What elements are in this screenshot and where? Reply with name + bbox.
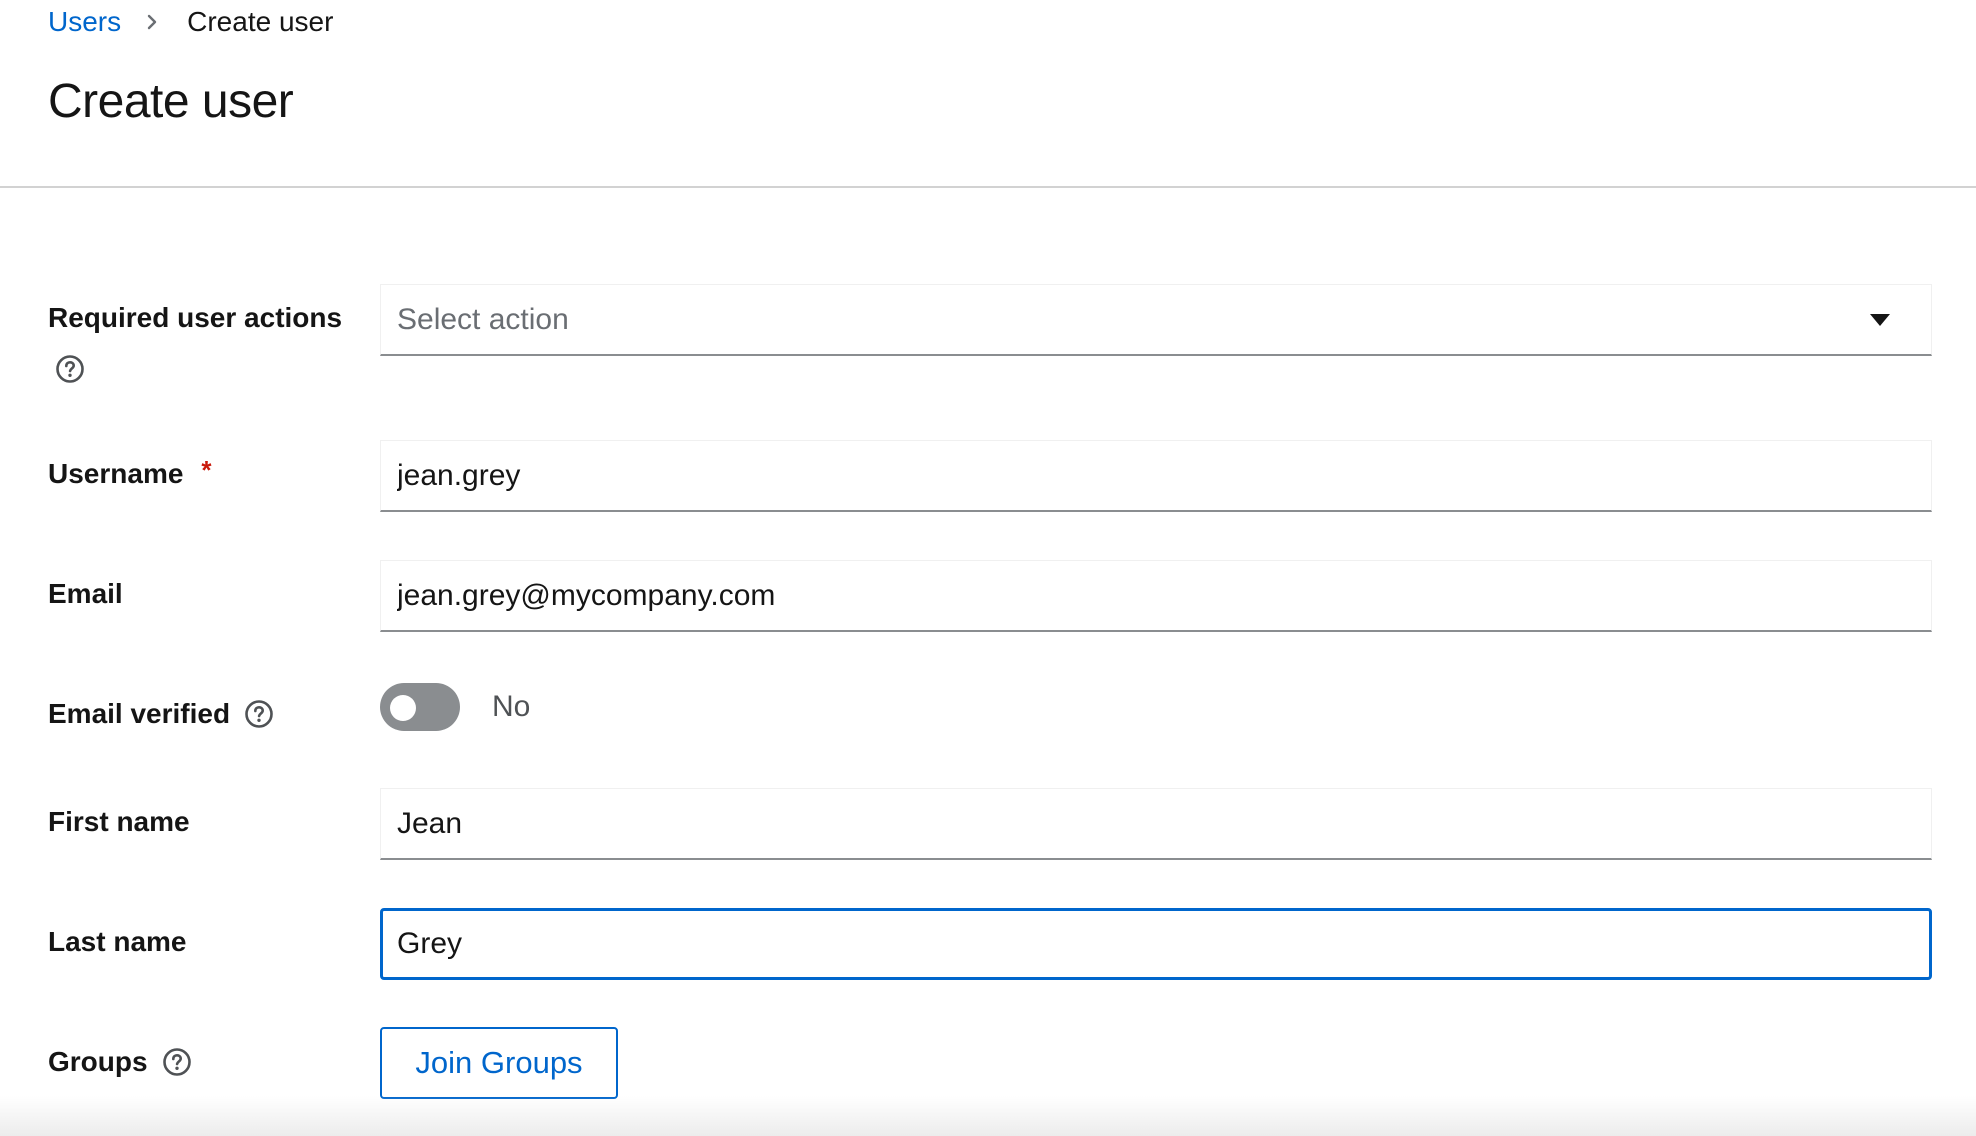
last-name-field[interactable] — [380, 908, 1932, 980]
groups-label: Groups — [48, 1046, 192, 1078]
caret-down-icon — [1869, 313, 1891, 327]
bottom-shadow — [0, 1096, 1976, 1136]
page-title: Create user — [48, 75, 294, 128]
username-input[interactable] — [397, 458, 1915, 493]
breadcrumb: Users Create user — [48, 4, 333, 40]
email-label-text: Email — [48, 578, 123, 609]
required-actions-placeholder: Select action — [397, 302, 569, 336]
last-name-label: Last name — [48, 926, 187, 958]
toggle-knob — [390, 695, 416, 721]
last-name-input[interactable] — [397, 927, 1915, 961]
required-actions-label-text: Required user actions — [48, 302, 343, 333]
email-verified-label-text: Email verified — [48, 698, 231, 729]
first-name-input[interactable] — [397, 806, 1915, 841]
groups-label-text: Groups — [48, 1046, 148, 1077]
help-circle-icon[interactable] — [55, 354, 85, 384]
last-name-label-text: Last name — [48, 926, 187, 957]
breadcrumb-link-users[interactable]: Users — [48, 6, 121, 38]
required-indicator: * — [201, 454, 212, 485]
first-name-label: First name — [48, 806, 190, 838]
email-verified-label: Email verified — [48, 698, 274, 730]
username-field[interactable] — [380, 440, 1932, 512]
first-name-field[interactable] — [380, 788, 1932, 860]
create-user-page: Users Create user Create user Required u… — [0, 0, 1976, 1136]
first-name-label-text: First name — [48, 806, 190, 837]
email-field[interactable] — [380, 560, 1932, 632]
required-actions-select[interactable]: Select action — [380, 284, 1932, 356]
help-circle-icon[interactable] — [244, 699, 274, 729]
username-label: Username * — [48, 454, 212, 490]
chevron-right-icon — [143, 13, 161, 31]
email-verified-toggle[interactable] — [380, 683, 460, 731]
join-groups-button[interactable]: Join Groups — [380, 1027, 618, 1099]
email-verified-switch: No — [380, 682, 530, 732]
email-verified-state: No — [492, 690, 531, 723]
username-label-text: Username — [48, 458, 184, 489]
breadcrumb-current: Create user — [187, 6, 334, 37]
email-input[interactable] — [397, 578, 1915, 613]
page-header: Users Create user Create user — [0, 0, 1976, 188]
email-label: Email — [48, 578, 123, 610]
help-circle-icon[interactable] — [162, 1047, 192, 1077]
required-actions-label: Required user actions — [48, 302, 342, 334]
